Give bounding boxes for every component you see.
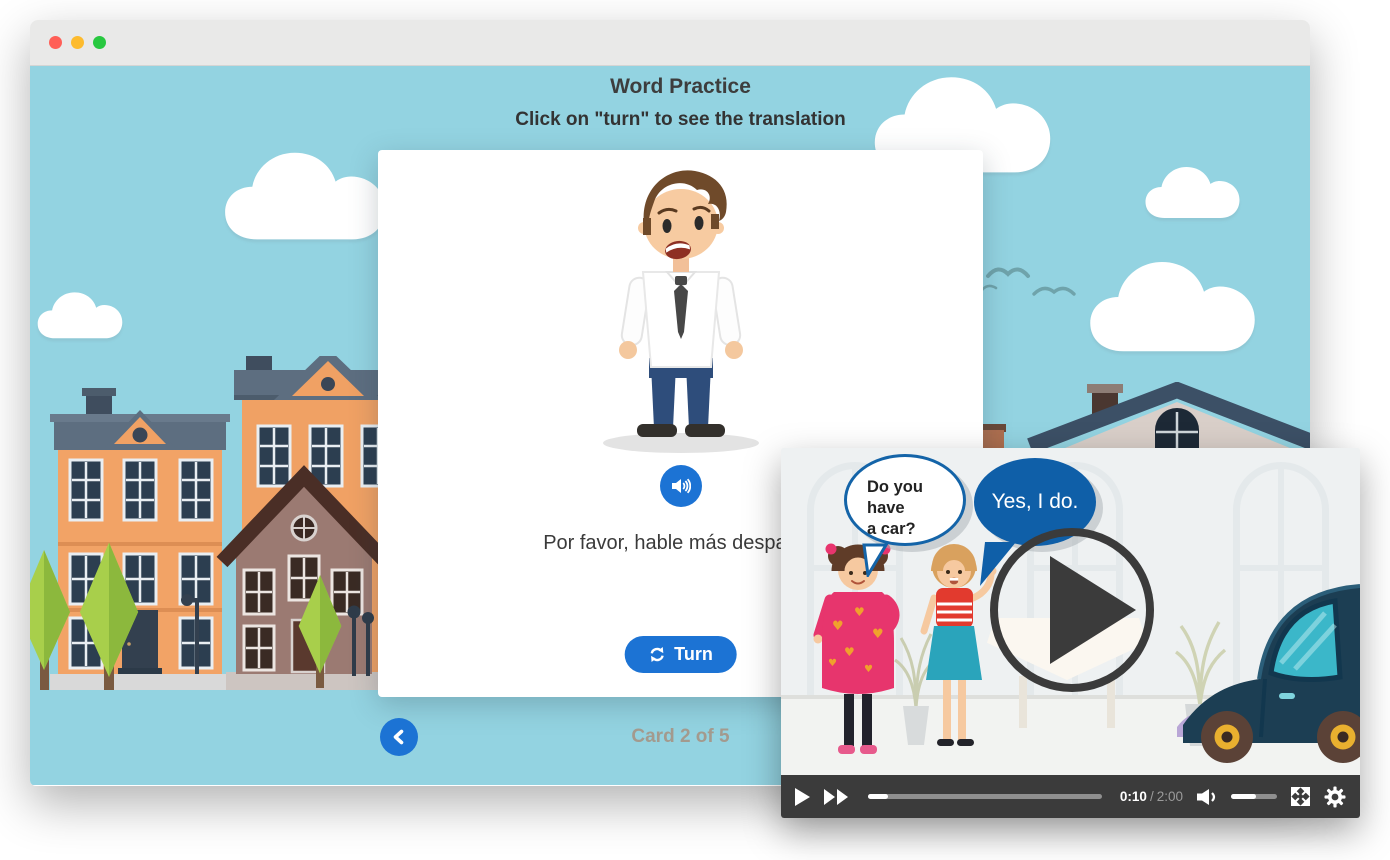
- table-leg: [1107, 676, 1115, 728]
- play-icon: [795, 788, 811, 806]
- car-illustration: [1175, 565, 1360, 775]
- fast-forward-button[interactable]: [824, 789, 850, 805]
- sync-icon: [648, 646, 665, 663]
- turn-button-label: Turn: [674, 644, 713, 665]
- cloud: [1085, 251, 1260, 357]
- page-subtitle: Click on "turn" to see the translation: [378, 109, 983, 131]
- svg-text:♥: ♥: [844, 645, 855, 659]
- speech-bubble-question: Do you have a car?: [844, 454, 966, 546]
- bubble-tail: [861, 543, 891, 577]
- settings-gear-icon: [1324, 786, 1346, 808]
- city-left-illustration: [30, 356, 382, 690]
- time-display: 0:10/2:00: [1120, 789, 1183, 804]
- progress-bar[interactable]: [868, 794, 1102, 799]
- volume-level: [1231, 794, 1256, 799]
- cloud: [35, 285, 125, 343]
- big-play-icon: [1050, 556, 1136, 664]
- volume-button[interactable]: [1196, 788, 1218, 806]
- answer-text: Yes, I do.: [992, 490, 1079, 514]
- turn-button[interactable]: Turn: [624, 636, 737, 673]
- video-control-bar: 0:10/2:00: [781, 775, 1360, 818]
- table-leg: [1019, 676, 1027, 728]
- fullscreen-button[interactable]: [1290, 786, 1311, 807]
- close-button[interactable]: [49, 36, 62, 49]
- progress-played: [868, 794, 888, 799]
- svg-text:♥: ♥: [864, 664, 873, 675]
- cloud: [220, 136, 390, 251]
- fast-forward-icon: [824, 789, 850, 805]
- video-player: ♥♥ ♥♥ ♥♥: [781, 448, 1360, 818]
- question-line-2: a car?: [867, 519, 963, 540]
- speaker-button[interactable]: [660, 465, 702, 507]
- svg-text:♥: ♥: [832, 619, 844, 634]
- svg-text:♥: ♥: [854, 605, 865, 619]
- zoom-button[interactable]: [93, 36, 106, 49]
- page-title: Word Practice: [378, 75, 983, 99]
- play-button[interactable]: [795, 788, 811, 806]
- current-time: 0:10: [1120, 789, 1147, 804]
- building-left: [50, 388, 230, 690]
- settings-button[interactable]: [1324, 786, 1346, 808]
- video-scene: ♥♥ ♥♥ ♥♥: [781, 448, 1360, 775]
- minimize-button[interactable]: [71, 36, 84, 49]
- svg-text:♥: ♥: [828, 658, 837, 669]
- duration: 2:00: [1157, 789, 1183, 804]
- question-line-1: Do you have: [867, 477, 963, 519]
- volume-slider[interactable]: [1231, 794, 1277, 799]
- volume-icon: [1196, 788, 1218, 806]
- birds-illustration: [982, 254, 1092, 309]
- svg-text:♥: ♥: [872, 627, 884, 642]
- city-right-illustration: [980, 382, 1310, 450]
- man-illustration: [581, 160, 781, 455]
- time-separator: /: [1150, 789, 1154, 804]
- big-play-button[interactable]: [990, 528, 1154, 692]
- speaker-icon: [670, 476, 691, 496]
- cloud: [1140, 161, 1245, 221]
- window-titlebar: [30, 20, 1310, 66]
- fullscreen-icon: [1290, 786, 1311, 807]
